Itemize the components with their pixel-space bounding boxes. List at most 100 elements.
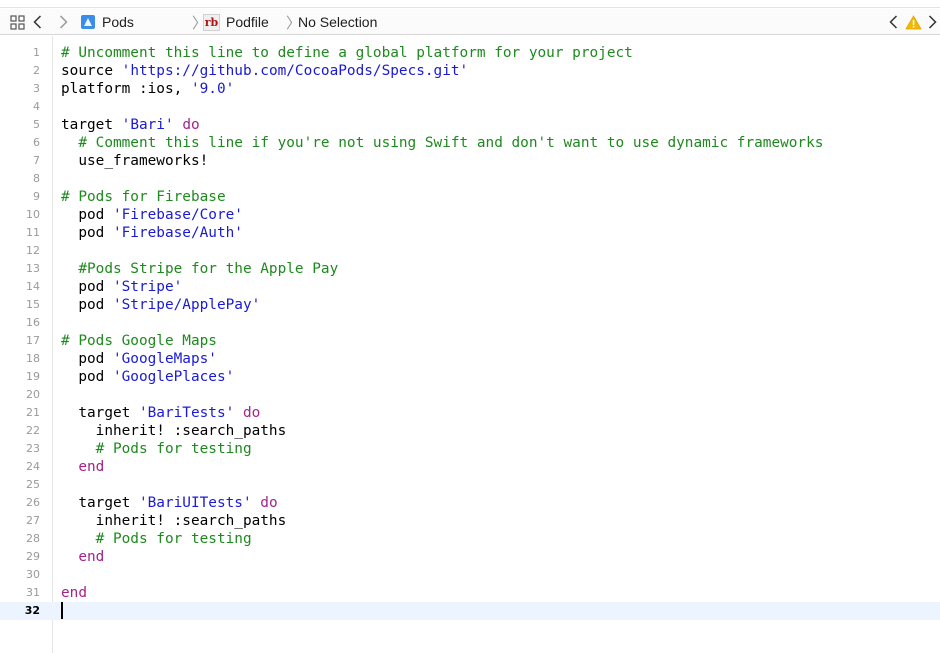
code-token: pod xyxy=(61,369,113,385)
code-string: 'Stripe' xyxy=(112,279,183,295)
code-text: source 'https://github.com/CocoaPods/Spe… xyxy=(61,62,468,80)
code-string: 'Stripe/ApplePay' xyxy=(112,297,261,313)
code-text: pod 'Firebase/Core' xyxy=(61,206,243,224)
code-token: target xyxy=(61,117,122,133)
line-number: 29 xyxy=(26,550,40,563)
line-number: 15 xyxy=(26,298,40,311)
code-line[interactable]: 8 xyxy=(0,170,940,188)
code-string: 'Firebase/Auth' xyxy=(112,225,243,241)
code-line[interactable]: 19 pod 'GooglePlaces' xyxy=(0,368,940,386)
warning-triangle-icon[interactable] xyxy=(904,9,922,35)
line-number: 3 xyxy=(33,82,40,95)
code-token: inherit! :search_paths xyxy=(61,423,287,439)
code-line[interactable]: 29 end xyxy=(0,548,940,566)
line-number: 19 xyxy=(26,370,40,383)
code-text: end xyxy=(61,548,104,566)
code-token: pod xyxy=(61,207,113,223)
line-number: 16 xyxy=(26,316,40,329)
code-text: # Comment this line if you're not using … xyxy=(61,134,823,152)
code-line[interactable]: 21 target 'BariTests' do xyxy=(0,404,940,422)
code-line[interactable]: 3 platform :ios, '9.0' xyxy=(0,80,940,98)
code-line[interactable]: 23 # Pods for testing xyxy=(0,440,940,458)
code-keyword: do xyxy=(242,405,261,421)
code-line[interactable]: 12 xyxy=(0,242,940,260)
code-token: pod xyxy=(61,225,113,241)
breadcrumb-no-selection[interactable]: No Selection xyxy=(298,9,377,35)
issue-prev-chevron-icon[interactable] xyxy=(886,9,900,35)
code-text: end xyxy=(61,458,104,476)
code-text: inherit! :search_paths xyxy=(61,422,287,440)
code-text: # Pods for testing xyxy=(61,440,252,458)
code-comment: # Pods for Firebase xyxy=(61,189,226,205)
code-line[interactable]: 11 pod 'Firebase/Auth' xyxy=(0,224,940,242)
code-line[interactable]: 13 #Pods Stripe for the Apple Pay xyxy=(0,260,940,278)
code-line[interactable]: 17 # Pods Google Maps xyxy=(0,332,940,350)
line-number: 10 xyxy=(26,208,40,221)
code-line[interactable]: 6 # Comment this line if you're not usin… xyxy=(0,134,940,152)
code-text: target 'BariUITests' do xyxy=(61,494,277,512)
code-token: source xyxy=(61,63,122,79)
code-line[interactable]: 16 xyxy=(0,314,940,332)
code-line[interactable]: 20 xyxy=(0,386,940,404)
window-top-edge xyxy=(0,0,940,8)
code-line[interactable]: 10 pod 'Firebase/Core' xyxy=(0,206,940,224)
line-number: 13 xyxy=(26,262,40,275)
line-number: 12 xyxy=(26,244,40,257)
code-comment: # Pods Google Maps xyxy=(61,333,217,349)
ruby-file-icon: rb xyxy=(203,13,220,31)
code-text: pod 'GooglePlaces' xyxy=(61,368,234,386)
code-keyword: end xyxy=(61,585,87,601)
code-line[interactable]: 4 xyxy=(0,98,940,116)
code-line[interactable]: 18 pod 'GoogleMaps' xyxy=(0,350,940,368)
code-line[interactable]: 28 # Pods for testing xyxy=(0,530,940,548)
code-string: 'GoogleMaps' xyxy=(112,351,217,367)
line-number: 4 xyxy=(33,100,40,113)
jump-bar: Pods 〉 rb Podfile 〉 No Selection xyxy=(0,9,940,35)
code-text: #Pods Stripe for the Apple Pay xyxy=(61,260,338,278)
line-number: 28 xyxy=(26,532,40,545)
code-line[interactable]: 24 end xyxy=(0,458,940,476)
code-token: inherit! :search_paths xyxy=(61,513,287,529)
source-editor[interactable]: 1 # Uncomment this line to define a globa… xyxy=(0,36,940,653)
code-line[interactable]: 31 end xyxy=(0,584,940,602)
code-line[interactable]: 14 pod 'Stripe' xyxy=(0,278,940,296)
line-number: 9 xyxy=(33,190,40,203)
code-line[interactable]: 9 # Pods for Firebase xyxy=(0,188,940,206)
breadcrumb-pods[interactable]: Pods xyxy=(80,9,134,35)
line-number: 23 xyxy=(26,442,40,455)
code-line[interactable]: 1 # Uncomment this line to define a globa… xyxy=(0,44,940,62)
line-number: 6 xyxy=(33,136,40,149)
code-text: pod 'Stripe' xyxy=(61,278,182,296)
code-token: pod xyxy=(61,279,113,295)
code-text: # Pods for testing xyxy=(61,530,252,548)
code-line[interactable]: 15 pod 'Stripe/ApplePay' xyxy=(0,296,940,314)
code-line[interactable]: 5 target 'Bari' do xyxy=(0,116,940,134)
code-line[interactable]: 2 source 'https://github.com/CocoaPods/Sp… xyxy=(0,62,940,80)
code-text: target 'Bari' do xyxy=(61,116,200,134)
issue-next-chevron-icon[interactable] xyxy=(926,9,938,35)
line-number: 8 xyxy=(33,172,40,185)
code-line[interactable]: 7 use_frameworks! xyxy=(0,152,940,170)
code-line[interactable]: 22 inherit! :search_paths xyxy=(0,422,940,440)
line-number: 1 xyxy=(33,46,40,59)
code-line[interactable]: 27 inherit! :search_paths xyxy=(0,512,940,530)
code-line[interactable]: 25 xyxy=(0,476,940,494)
code-comment: # Pods for testing xyxy=(95,441,252,457)
line-number: 17 xyxy=(26,334,40,347)
code-line[interactable]: 32 xyxy=(0,602,940,620)
code-text: # Pods Google Maps xyxy=(61,332,217,350)
code-text: end xyxy=(61,584,87,602)
code-comment: #Pods Stripe for the Apple Pay xyxy=(78,261,339,277)
breadcrumb-podfile[interactable]: rb Podfile xyxy=(203,9,269,35)
code-line[interactable]: 26 target 'BariUITests' do xyxy=(0,494,940,512)
chevron-right-icon[interactable] xyxy=(56,9,70,35)
chevron-left-icon[interactable] xyxy=(30,9,44,35)
code-line[interactable]: 30 xyxy=(0,566,940,584)
related-items-grid-icon[interactable] xyxy=(8,9,26,35)
line-number: 32 xyxy=(24,604,40,617)
